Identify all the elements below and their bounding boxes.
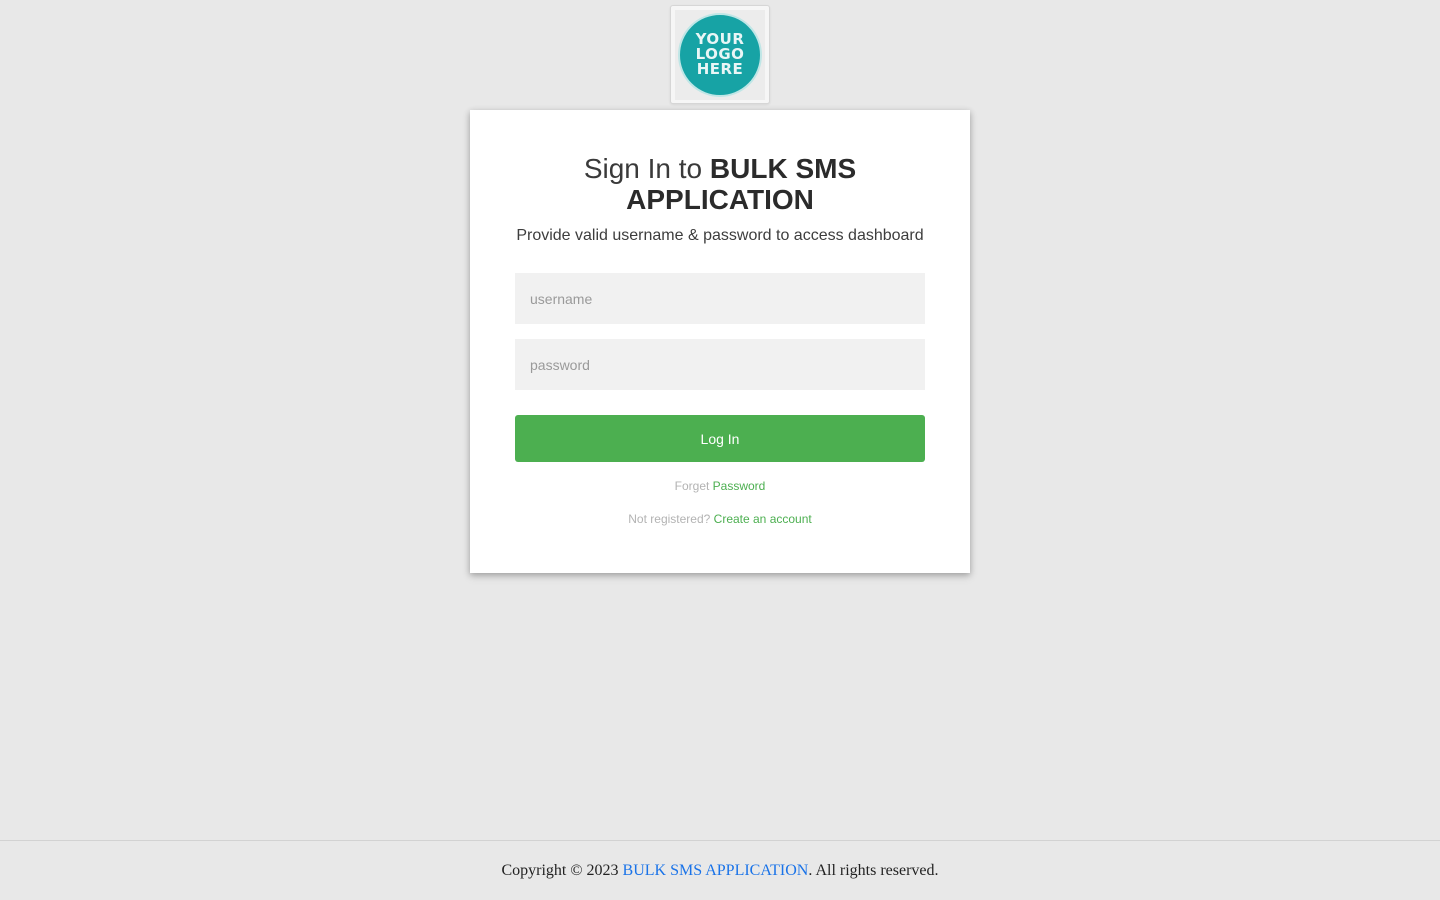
logo-badge: YOUR LOGO HERE [678,12,762,97]
forget-password-line: Forget Password [470,479,970,493]
title-prefix: Sign In to [583,153,710,184]
login-card: Sign In to BULK SMS APPLICATION Provide … [470,110,970,573]
password-input[interactable] [515,339,925,390]
footer-brand-link[interactable]: BULK SMS APPLICATION [623,862,809,879]
copyright-prefix: Copyright © 2023 [501,862,623,879]
logo-frame: YOUR LOGO HERE [670,5,770,104]
create-account-link[interactable]: Create an account [714,512,812,526]
footer: Copyright © 2023 BULK SMS APPLICATION. A… [0,840,1440,900]
login-subtitle: Provide valid username & password to acc… [516,227,924,244]
page-title: Sign In to BULK SMS APPLICATION [470,153,970,215]
username-input[interactable] [515,273,925,324]
copyright-suffix: . All rights reserved. [808,862,939,879]
login-button[interactable]: Log In [515,415,925,462]
forget-password-link[interactable]: Password [713,479,766,493]
forget-text: Forget [674,479,713,493]
register-line: Not registered? Create an account [470,512,970,526]
logo: YOUR LOGO HERE [675,9,765,100]
logo-text-line-3: HERE [696,60,744,78]
register-text: Not registered? [628,512,714,526]
